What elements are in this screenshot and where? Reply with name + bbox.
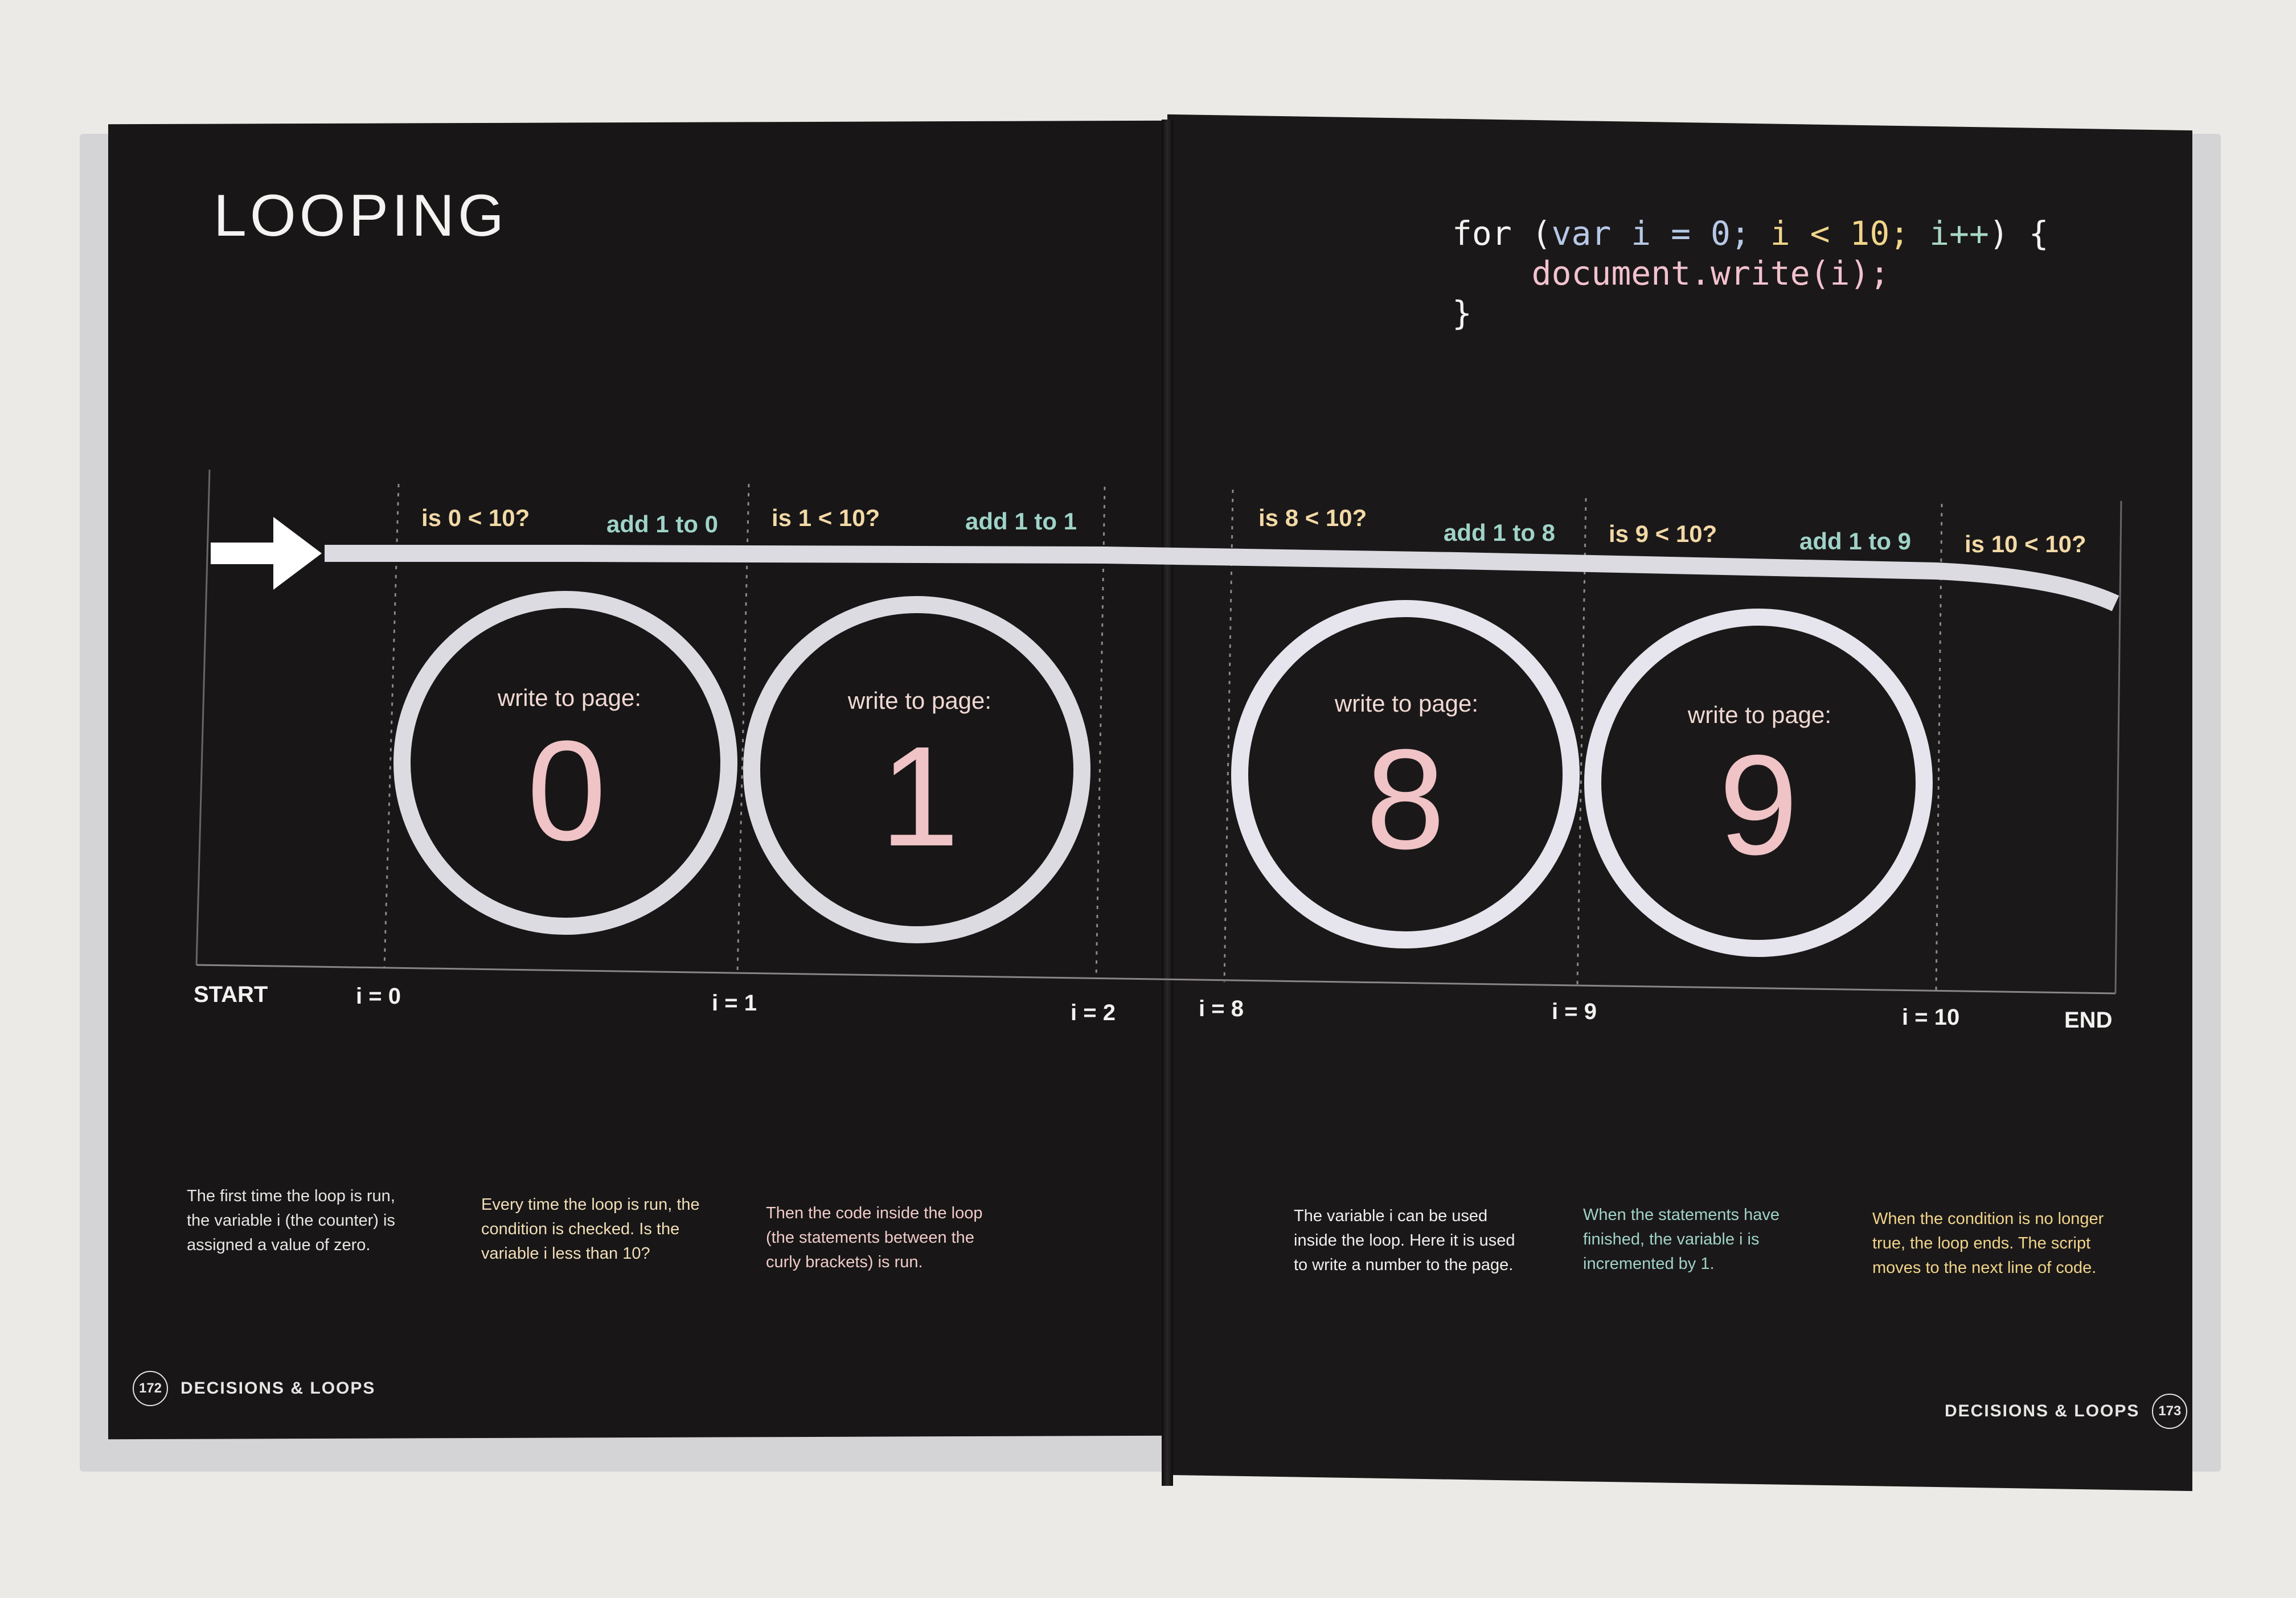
folio-left: 172 DECISIONS & LOOPS <box>133 1371 375 1406</box>
loop-caption: write to page: <box>497 684 641 711</box>
description-initialize: The first time the loop is run, the vari… <box>187 1187 395 1254</box>
condition-label: is 9 < 10? <box>1609 520 1717 547</box>
axis-tick-label: i = 9 <box>1552 999 1597 1024</box>
axis-end-label: END <box>2064 1008 2112 1033</box>
description-use-variable: The variable i can be used inside the lo… <box>1294 1207 1515 1274</box>
description-increment: When the statements have finished, the v… <box>1583 1206 1780 1273</box>
start-arrow-icon <box>273 517 322 590</box>
axis-tick-label: i = 0 <box>356 984 401 1009</box>
loop-value: 0 <box>527 711 606 870</box>
page-number: 173 <box>2152 1394 2188 1429</box>
loop-value: 8 <box>1366 720 1445 878</box>
condition-label: is 8 < 10? <box>1258 504 1367 531</box>
condition-label: is 0 < 10? <box>421 504 530 531</box>
increment-label: add 1 to 1 <box>965 508 1077 535</box>
axis-tick-label: i = 8 <box>1199 996 1244 1021</box>
axis-start-label: START <box>194 982 268 1007</box>
description-condition: Every time the loop is run, the conditio… <box>481 1196 700 1263</box>
chapter-title: DECISIONS & LOOPS <box>1945 1402 2140 1420</box>
start-arrow-shaft <box>211 543 273 564</box>
page-number: 172 <box>133 1371 168 1406</box>
increment-label: add 1 to 0 <box>606 511 718 537</box>
description-end: When the condition is no longer true, th… <box>1872 1210 2104 1277</box>
condition-label: is 1 < 10? <box>772 504 880 531</box>
increment-label: add 1 to 8 <box>1444 519 1555 546</box>
increment-label: add 1 to 9 <box>1799 528 1911 554</box>
condition-label: is 10 < 10? <box>1965 531 2086 557</box>
folio-right: DECISIONS & LOOPS 173 <box>1945 1394 2188 1429</box>
loop-caption: write to page: <box>1687 701 1831 728</box>
axis-end-line <box>2114 500 2122 994</box>
axis-baseline <box>196 964 2116 995</box>
axis-start-line <box>195 469 211 966</box>
loop-diagram: is 0 < 10? is 1 < 10? is 8 < 10? is 9 < … <box>194 469 2122 1033</box>
axis-tick-label: i = 2 <box>1071 1000 1116 1025</box>
axis-tick-label: i = 10 <box>1902 1005 1959 1030</box>
loop-caption: write to page: <box>847 687 991 714</box>
loop-value: 9 <box>1719 725 1798 884</box>
description-body: Then the code inside the loop (the state… <box>766 1204 983 1271</box>
axis-tick-label: i = 1 <box>712 991 757 1016</box>
loop-value: 1 <box>880 717 959 876</box>
chapter-title: DECISIONS & LOOPS <box>181 1379 376 1398</box>
loop-caption: write to page: <box>1334 690 1478 717</box>
